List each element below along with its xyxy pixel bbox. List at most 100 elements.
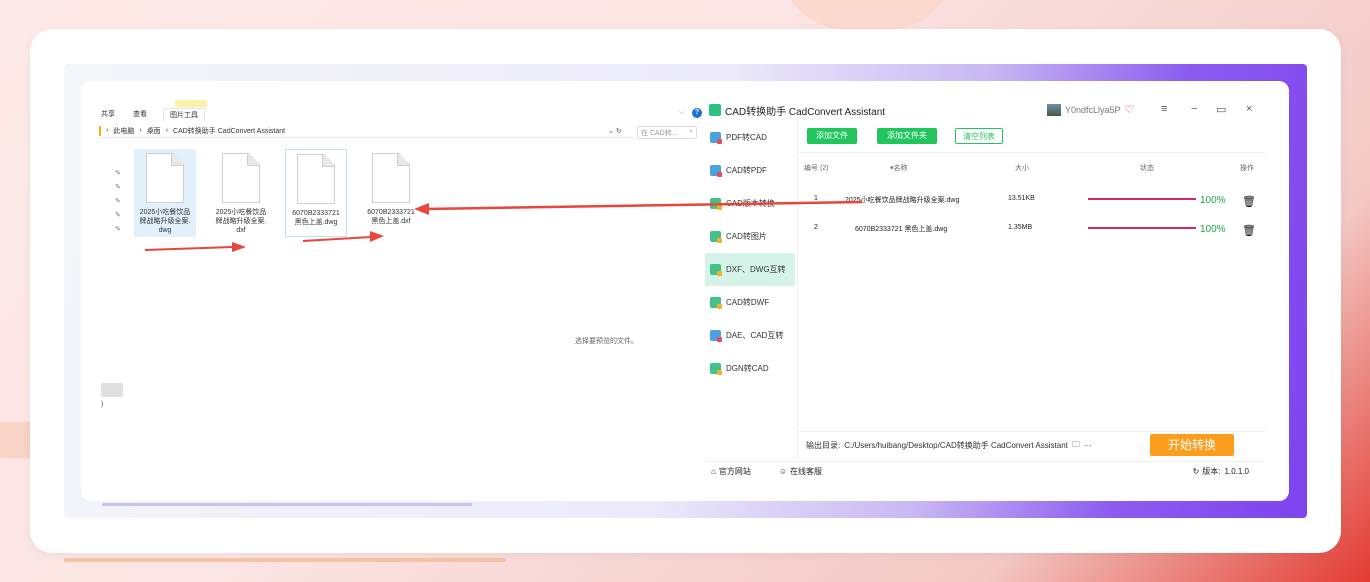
table-row[interactable]: 1 2025小吃餐饮品牌战略升级全案.dwg 13.51KB 100% 🗑 (798, 188, 1266, 210)
file-item[interactable]: 6070B2333721 黑色上盖.dwg (285, 149, 347, 237)
pdf-to-cad-icon (710, 132, 722, 144)
pin-icon[interactable]: ✎ (115, 197, 121, 205)
pin-icon[interactable]: ✎ (115, 211, 121, 219)
online-support-link[interactable]: 在线客服 (790, 466, 822, 477)
maximize-icon[interactable]: ▭ (1216, 103, 1226, 116)
app-logo-icon (709, 104, 721, 116)
document-icon (372, 153, 410, 203)
sidebar-item-cad-version[interactable]: CAD版本转换 (705, 187, 795, 220)
preview-pane-message: 选择要预览的文件。 (575, 338, 638, 345)
add-file-button[interactable]: 添加文件 (807, 128, 857, 144)
row-num: 1 (814, 195, 818, 202)
file-item[interactable]: 2025小吃餐饮品 牌战略升级全案. dxf (210, 149, 272, 237)
user-info[interactable]: Y0ndfcLlya5P ♡ (1047, 103, 1134, 116)
sidebar-item-label: CAD版本转换 (726, 199, 775, 208)
sidebar-item-label: DGN转CAD (726, 364, 769, 373)
sidebar-item-dae-cad[interactable]: DAE、CAD互转 (705, 319, 795, 352)
file-item[interactable]: 6070B2333721 黑色上盖.dxf (360, 149, 422, 237)
cad-version-icon (710, 198, 722, 210)
add-folder-button[interactable]: 添加文件夹 (877, 128, 937, 144)
chevron-down-icon[interactable]: ⌄ (608, 128, 614, 135)
search-icon: ⌕ (689, 128, 693, 135)
sidebar-item-cad-to-image[interactable]: CAD转图片 (705, 220, 795, 253)
more-button[interactable]: ··· (1084, 441, 1092, 450)
refresh-icon[interactable]: ↻ (1193, 467, 1200, 476)
ribbon-context-tag (175, 100, 207, 107)
status-block (101, 383, 123, 397)
pin-icon[interactable]: ✎ (115, 183, 121, 191)
support-icon: ☺ (778, 467, 788, 476)
row-size: 13.51KB (1008, 195, 1035, 202)
trash-icon[interactable]: 🗑 (1242, 195, 1256, 208)
col-header-action: 操作 (1240, 165, 1254, 172)
ribbon-tabs: 共享 查看 图片工具 (99, 108, 205, 121)
search-input[interactable]: 在 CAD转... (641, 128, 678, 137)
col-header-num: 编号 (2) (804, 165, 829, 172)
sidebar-item-cad-to-dwf[interactable]: CAD转DWF (705, 286, 795, 319)
folder-open-icon[interactable]: 🗀 (1072, 439, 1080, 453)
official-website-link[interactable]: 官方网站 (719, 466, 751, 477)
pin-icon[interactable]: ✎ (115, 225, 121, 233)
file-explorer: 共享 查看 图片工具 ⌵ ? › 此电脑 › 桌面 › CAD转换助手 CadC… (81, 81, 705, 501)
tab-picture-tools[interactable]: 图片工具 (163, 108, 205, 121)
col-header-size: 大小 (1015, 165, 1029, 172)
cad-to-dwf-icon (710, 297, 722, 309)
address-controls[interactable]: ⌄ ↻ (608, 127, 622, 135)
table-row[interactable]: 2 6070B2333721 黑色上盖.dwg 1.35MB 100% 🗑 (798, 217, 1266, 239)
sidebar-item-cad-to-pdf[interactable]: CAD转PDF (705, 154, 795, 187)
row-size: 1.35MB (1008, 224, 1033, 231)
home-icon: ⌂ (711, 467, 716, 476)
sidebar-item-pdf-to-cad[interactable]: PDF转CAD (705, 121, 795, 154)
app-footer: ⌂ 官方网站 ☺ 在线客服 ↻ 版本: 1.0.1.0 (705, 461, 1265, 481)
trash-icon[interactable]: 🗑 (1242, 224, 1256, 237)
tab-view[interactable]: 查看 (131, 108, 149, 121)
col-header-status: 状态 (1140, 165, 1154, 172)
app-header: CAD转换助手 CadConvert Assistant (705, 99, 1265, 121)
refresh-icon[interactable]: ↻ (616, 128, 622, 135)
sidebar-item-dxf-dwg[interactable]: DXF、DWG互转 (705, 253, 795, 286)
folder-icon (99, 125, 101, 136)
document-icon (297, 154, 335, 204)
row-name: 2025小吃餐饮品牌战略升级全案.dwg (845, 197, 960, 204)
ribbon-collapse-icon[interactable]: ⌵ (679, 109, 684, 117)
vip-heart-icon[interactable]: ♡ (1125, 103, 1135, 116)
sidebar-item-label: PDF转CAD (726, 133, 767, 142)
breadcrumb-desktop[interactable]: 桌面 (147, 126, 161, 136)
menu-icon[interactable]: ≡ (1161, 103, 1167, 115)
version-label: 版本: (1202, 467, 1221, 476)
file-item[interactable]: 2025小吃餐饮品 牌战略升级全案. dwg (134, 149, 196, 237)
document-icon (222, 153, 260, 203)
progress-bar (1088, 198, 1196, 200)
file-name: 6070B2333721 黑色上盖.dwg (292, 210, 340, 226)
main-panel: 添加文件 添加文件夹 清空列表 编号 (2) ▾名称 大小 状态 操作 1 20… (797, 121, 1266, 461)
cad-convert-app: CAD转换助手 CadConvert Assistant Y0ndfcLlya5… (705, 99, 1266, 481)
avatar[interactable] (1047, 103, 1061, 116)
breadcrumb-this-pc[interactable]: 此电脑 (113, 126, 134, 136)
clear-list-button[interactable]: 清空列表 (955, 128, 1003, 144)
progress-percent: 100% (1200, 195, 1226, 206)
username: Y0ndfcLlya5P (1065, 104, 1121, 115)
breadcrumb-sep: › (106, 127, 109, 134)
start-convert-button[interactable]: 开始转换 (1150, 434, 1234, 456)
tab-share[interactable]: 共享 (99, 108, 117, 121)
quick-access-pins: ✎ ✎ ✎ ✎ ✎ (115, 169, 121, 233)
sidebar-item-label: DAE、CAD互转 (726, 331, 784, 340)
close-icon[interactable]: × (1246, 103, 1252, 115)
file-name: 2025小吃餐饮品 牌战略升级全案. dwg (139, 209, 191, 234)
divider (798, 152, 1266, 153)
function-sidebar: PDF转CAD CAD转PDF CAD版本转换 CAD转图片 DXF、DWG互转… (705, 121, 795, 461)
sidebar-item-label: CAD转图片 (726, 232, 767, 241)
col-header-name[interactable]: ▾名称 (890, 163, 908, 173)
help-icon[interactable]: ? (692, 108, 702, 118)
sidebar-item-label: CAD转PDF (726, 166, 767, 175)
sidebar-item-dgn-to-cad[interactable]: DGN转CAD (705, 352, 795, 385)
address-bar[interactable]: › 此电脑 › 桌面 › CAD转换助手 CadConvert Assistan… (99, 124, 633, 138)
pin-icon[interactable]: ✎ (115, 169, 121, 177)
app-title: CAD转换助手 CadConvert Assistant (725, 106, 886, 118)
search-box[interactable]: 在 CAD转... ⌕ (637, 126, 697, 139)
file-name: 2025小吃餐饮品 牌战略升级全案. dxf (215, 209, 267, 234)
breadcrumb-sep: › (165, 127, 169, 134)
breadcrumb-folder[interactable]: CAD转换助手 CadConvert Assistant (173, 126, 285, 136)
dxf-dwg-icon (710, 264, 722, 276)
minimize-icon[interactable]: − (1191, 103, 1197, 115)
